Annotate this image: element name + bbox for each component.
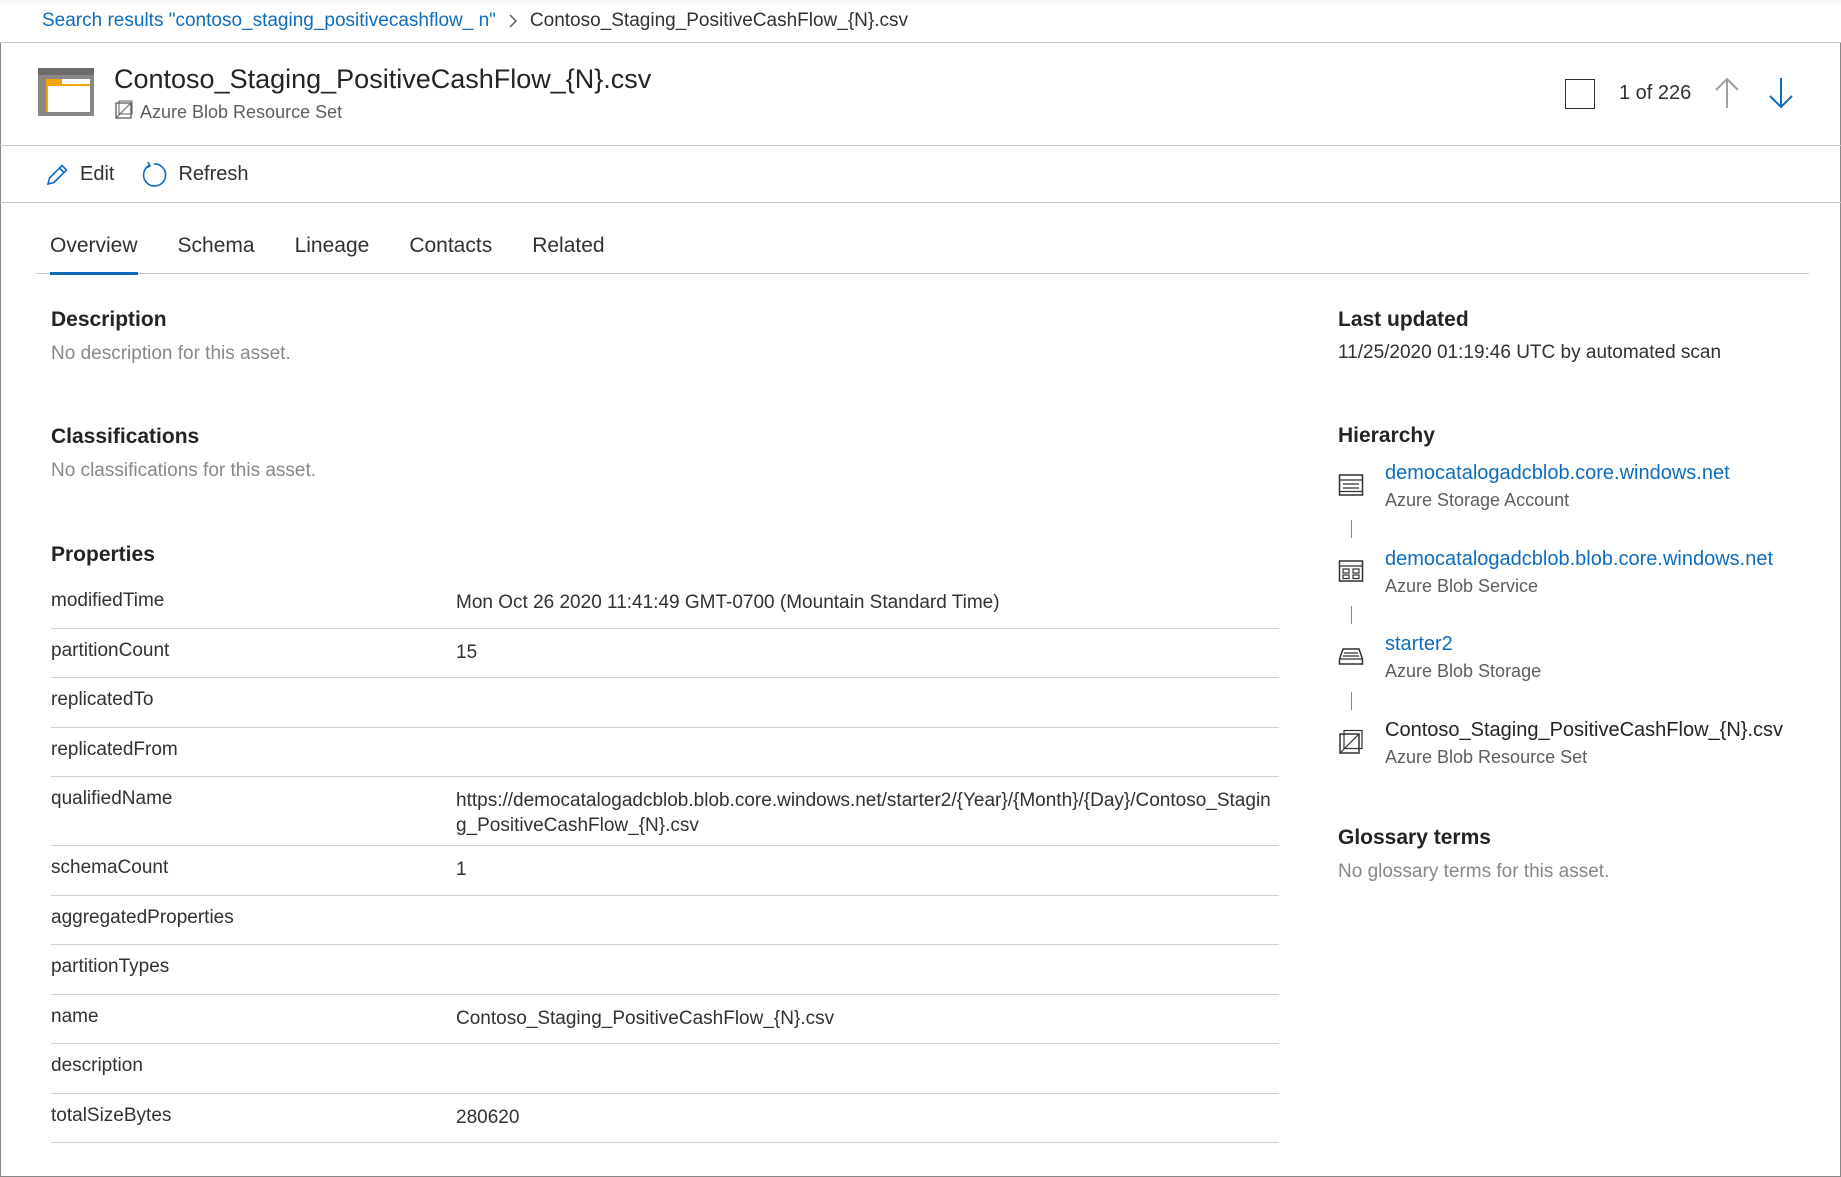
hierarchy-blob-service-link[interactable]: democatalogadcblob.blob.core.windows.net [1385,548,1773,571]
hierarchy-item-type: Azure Blob Storage [1385,661,1542,681]
blob-container-icon [1338,643,1364,669]
storage-account-icon [1338,472,1364,498]
classifications-title: Classifications [51,425,200,448]
hierarchy-connector [1351,692,1352,710]
property-value [456,689,1271,727]
property-key: partitionCount [51,639,170,661]
hierarchy-item: Contoso_Staging_PositiveCashFlow_{N}.csv… [1338,719,1798,779]
resource-set-icon [1338,729,1364,755]
glossary-empty: No glossary terms for this asset. [1338,861,1610,882]
property-key: aggregatedProperties [51,906,234,928]
table-row: schemaCount 1 [51,846,1279,896]
tab-list: Overview Schema Lineage Contacts Related [36,222,1809,275]
property-key: totalSizeBytes [51,1104,172,1126]
property-value: https://democatalogadcblob.blob.core.win… [456,790,1271,836]
hierarchy-item-type: Azure Blob Resource Set [1385,747,1588,767]
property-key: schemaCount [51,857,169,878]
command-bar: Edit Refresh [0,147,1841,203]
property-value [456,907,1271,945]
hierarchy-item-type: Azure Blob Service [1385,576,1539,596]
properties-section: Properties [51,543,1279,567]
property-value: 280620 [456,1106,520,1128]
asset-type: Azure Blob Resource Set [114,100,342,125]
table-row: replicatedTo [51,678,1279,728]
hierarchy-storage-account-link[interactable]: democatalogadcblob.core.windows.net [1385,462,1730,485]
property-key: replicatedTo [51,689,154,710]
table-row: description [51,1044,1279,1094]
hierarchy-section: Hierarchy democatalogadcblob.core.window… [1338,424,1798,767]
property-key: qualifiedName [51,788,173,809]
property-value: 1 [456,859,467,880]
description-empty: No description for this asset. [51,343,291,364]
tab-related[interactable]: Related [518,222,618,274]
table-row: partitionCount 15 [51,629,1279,678]
tab-lineage[interactable]: Lineage [281,222,384,274]
description-title: Description [51,308,167,331]
edit-button[interactable]: Edit [44,162,114,188]
property-value [456,956,1271,994]
breadcrumb: Search results "contoso_staging_positive… [0,0,1841,43]
tab-contacts[interactable]: Contacts [395,222,506,274]
resource-set-icon [114,100,134,125]
asset-type-label: Azure Blob Resource Set [140,102,343,122]
table-row: totalSizeBytes 280620 [51,1094,1279,1143]
table-row: qualifiedName https://democatalogadcblob… [51,777,1279,846]
property-key: modifiedTime [51,590,165,611]
page-title: Contoso_Staging_PositiveCashFlow_{N}.csv [114,64,652,94]
property-key: name [51,1005,99,1027]
refresh-label: Refresh [178,163,249,185]
asset-header: Contoso_Staging_PositiveCashFlow_{N}.csv… [0,44,1841,146]
property-value: 15 [456,641,478,663]
tab-schema[interactable]: Schema [164,222,269,274]
table-row: aggregatedProperties [51,896,1279,945]
hierarchy-item: democatalogadcblob.blob.core.windows.net… [1338,548,1798,608]
arrow-up-icon[interactable] [1712,76,1742,110]
select-asset-checkbox[interactable] [1565,79,1595,109]
refresh-icon [140,161,168,189]
breadcrumb-current: Contoso_Staging_PositiveCashFlow_{N}.csv [529,10,909,31]
table-row: modifiedTime Mon Oct 26 2020 11:41:49 GM… [51,579,1279,629]
refresh-button[interactable]: Refresh [140,161,249,189]
classifications-section: Classifications No classifications for t… [51,425,316,482]
pencil-icon [44,162,70,188]
table-row: partitionTypes [51,945,1279,995]
chevron-right-icon [508,13,518,29]
breadcrumb-search-results-link[interactable]: Search results "contoso_staging_positive… [42,10,496,32]
hierarchy-current-asset: Contoso_Staging_PositiveCashFlow_{N}.csv [1385,719,1783,741]
arrow-down-icon[interactable] [1766,76,1796,110]
tab-overview[interactable]: Overview [36,222,152,275]
property-key: description [51,1055,143,1076]
properties-table: modifiedTime Mon Oct 26 2020 11:41:49 GM… [51,579,1279,1143]
last-updated-section: Last updated 11/25/2020 01:19:46 UTC by … [1338,308,1721,364]
hierarchy-item: democatalogadcblob.core.windows.net Azur… [1338,462,1798,522]
table-row: name Contoso_Staging_PositiveCashFlow_{N… [51,995,1279,1044]
classifications-empty: No classifications for this asset. [51,460,317,481]
result-pager: 1 of 226 [1619,82,1692,104]
hierarchy-connector [1351,520,1352,538]
property-key: replicatedFrom [51,738,178,760]
hierarchy-item: starter2 Azure Blob Storage [1338,633,1798,693]
property-value: Contoso_Staging_PositiveCashFlow_{N}.csv [456,1007,835,1029]
blob-service-icon [1338,558,1364,584]
property-value [456,739,1271,777]
property-key: partitionTypes [51,956,170,977]
description-section: Description No description for this asse… [51,308,291,365]
hierarchy-connector [1351,606,1352,624]
table-row: replicatedFrom [51,728,1279,777]
hierarchy-container-link[interactable]: starter2 [1385,633,1453,656]
hierarchy-item-type: Azure Storage Account [1385,490,1570,510]
hierarchy-title: Hierarchy [1338,424,1435,447]
property-value [456,1055,1271,1093]
properties-title: Properties [51,543,155,566]
folder-icon [38,68,94,116]
property-value: Mon Oct 26 2020 11:41:49 GMT-0700 (Mount… [456,592,1000,613]
last-updated-title: Last updated [1338,308,1469,331]
last-updated-value: 11/25/2020 01:19:46 UTC by automated sca… [1338,342,1722,363]
glossary-title: Glossary terms [1338,826,1491,849]
edit-label: Edit [80,163,115,185]
glossary-section: Glossary terms No glossary terms for thi… [1338,826,1609,883]
